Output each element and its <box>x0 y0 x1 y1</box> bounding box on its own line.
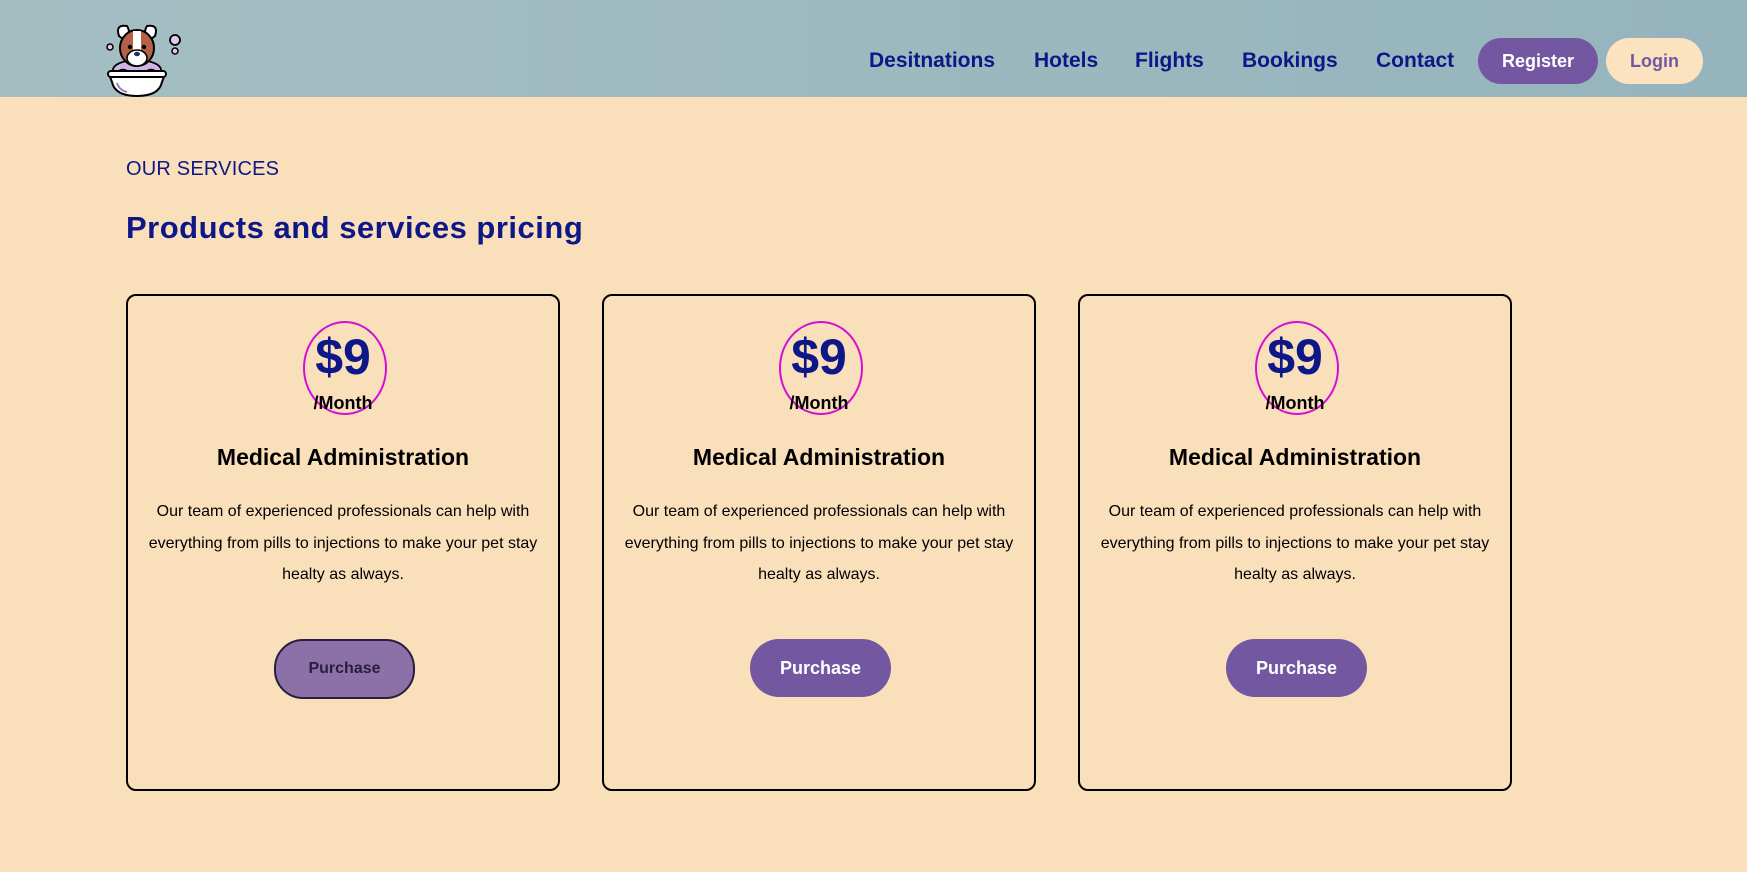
purchase-button[interactable]: Purchase <box>1226 639 1367 697</box>
price-value: $9 <box>1267 329 1323 385</box>
price-period: /Month <box>789 393 849 413</box>
card-title: Medical Administration <box>1168 444 1422 470</box>
card-description: Our team of experienced professionals ca… <box>148 503 538 583</box>
site-header: Desitnations Hotels Flights Bookings Con… <box>0 0 1747 100</box>
purchase-button[interactable]: Purchase <box>750 639 891 697</box>
register-button[interactable]: Register <box>1478 38 1598 84</box>
section-title: Products and services pricing <box>126 210 584 245</box>
price-value: $9 <box>315 329 371 385</box>
nav-link-contact[interactable]: Contact <box>1376 49 1454 73</box>
pricing-card: $9 /Month Medical Administration Our tea… <box>1078 294 1512 791</box>
login-button[interactable]: Login <box>1606 38 1703 84</box>
pricing-card: $9 /Month Medical Administration Our tea… <box>126 294 560 791</box>
price-period: /Month <box>313 393 373 413</box>
nav-link-flights[interactable]: Flights <box>1135 49 1204 73</box>
nav-link-bookings[interactable]: Bookings <box>1242 49 1338 73</box>
card-title: Medical Administration <box>216 444 470 470</box>
card-description: Our team of experienced professionals ca… <box>1100 503 1490 583</box>
purchase-button[interactable]: Purchase <box>274 639 415 699</box>
nav-link-destinations[interactable]: Desitnations <box>869 49 995 73</box>
pricing-card: $9 /Month Medical Administration Our tea… <box>602 294 1036 791</box>
nav-link-hotels[interactable]: Hotels <box>1034 49 1098 73</box>
section-eyebrow: OUR SERVICES <box>126 158 280 180</box>
price-value: $9 <box>791 329 847 385</box>
card-description: Our team of experienced professionals ca… <box>624 503 1014 583</box>
price-period: /Month <box>1265 393 1325 413</box>
dog-in-bathtub-logo-icon[interactable] <box>105 20 185 100</box>
card-title: Medical Administration <box>692 444 946 470</box>
